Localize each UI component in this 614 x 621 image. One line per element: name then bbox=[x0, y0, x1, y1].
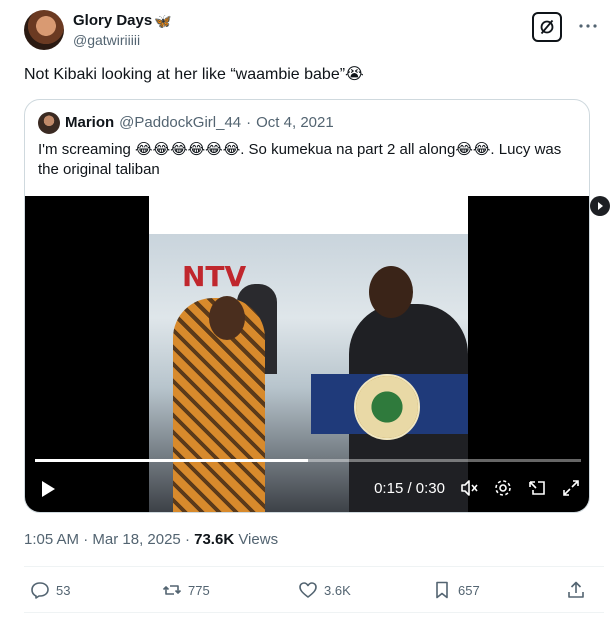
action-bar: 53 775 3.6K 657 bbox=[24, 570, 590, 610]
quoted-tweet[interactable]: Marion @PaddockGirl_44 · Oct 4, 2021 I'm… bbox=[24, 99, 590, 513]
like-count: 3.6K bbox=[324, 582, 351, 598]
video-frame: NTV bbox=[149, 234, 468, 512]
video-progress-bar[interactable] bbox=[35, 459, 581, 462]
video-letterbox bbox=[149, 196, 468, 234]
quoted-separator: · bbox=[246, 114, 252, 131]
chevron-right-icon bbox=[598, 202, 603, 210]
quoted-name: Marion bbox=[65, 114, 115, 131]
volume-icon bbox=[461, 480, 478, 496]
reply-icon bbox=[31, 582, 49, 599]
more-icon bbox=[579, 24, 597, 28]
reply-button[interactable]: 53 bbox=[30, 580, 70, 600]
reply-count: 53 bbox=[56, 582, 71, 598]
meta-separator: · bbox=[83, 531, 89, 548]
tweet-time[interactable]: 1:05 AM bbox=[24, 531, 79, 548]
tweet-text: Not Kibaki looking at her like “waambie … bbox=[24, 66, 364, 83]
views-count: 73.6K bbox=[194, 531, 235, 548]
repost-button[interactable]: 775 bbox=[162, 580, 210, 600]
tweet-date[interactable]: Mar 18, 2025 bbox=[92, 531, 180, 548]
share-button[interactable] bbox=[566, 580, 586, 600]
butterfly-icon: 🦋 bbox=[154, 13, 172, 29]
tweet-meta: 1:05 AM · Mar 18, 2025 · 73.6K Views bbox=[24, 530, 278, 550]
quoted-date: Oct 4, 2021 bbox=[256, 114, 334, 131]
like-button[interactable]: 3.6K bbox=[298, 580, 351, 600]
divider bbox=[24, 566, 604, 567]
expand-icon bbox=[563, 480, 579, 496]
quoted-avatar bbox=[38, 112, 60, 134]
gear-icon bbox=[495, 480, 511, 496]
bookmark-icon bbox=[436, 581, 448, 599]
quoted-text: I'm screaming 😂😂😂😂😂😂. So kumekua na part… bbox=[38, 141, 562, 178]
settings-button[interactable] bbox=[493, 478, 513, 498]
author-handle[interactable]: @gatwiriiiii bbox=[73, 31, 172, 49]
author-display-name[interactable]: Glory Days 🦋 bbox=[73, 11, 172, 31]
avatar[interactable] bbox=[24, 10, 64, 50]
carousel-next-button[interactable] bbox=[590, 196, 610, 216]
grok-button[interactable] bbox=[532, 12, 562, 42]
video-progress-fill bbox=[35, 459, 308, 462]
fullscreen-button[interactable] bbox=[561, 478, 581, 498]
presidential-seal bbox=[354, 374, 420, 440]
video-controls: 0:15 / 0:30 bbox=[374, 478, 581, 498]
video-player[interactable]: NTV 0:15 / 0:30 bbox=[25, 196, 589, 512]
video-time: 0:15 / 0:30 bbox=[374, 479, 445, 497]
play-icon bbox=[42, 481, 55, 497]
author-name-text: Glory Days bbox=[73, 12, 153, 29]
more-button[interactable] bbox=[576, 14, 600, 38]
like-icon bbox=[299, 582, 317, 598]
tweet-header: Glory Days 🦋 @gatwiriiiii bbox=[24, 8, 604, 52]
pip-button[interactable] bbox=[527, 478, 547, 498]
divider bbox=[24, 612, 604, 613]
grok-icon bbox=[540, 19, 554, 35]
author-names: Glory Days 🦋 @gatwiriiiii bbox=[73, 11, 172, 49]
video-man-head bbox=[369, 266, 413, 318]
tweet: Glory Days 🦋 @gatwiriiiii Not Kibaki loo… bbox=[0, 0, 614, 621]
picture-in-picture-icon bbox=[529, 481, 545, 495]
meta-separator: · bbox=[184, 531, 190, 548]
repost-icon bbox=[162, 585, 182, 595]
repost-count: 775 bbox=[188, 582, 210, 598]
video-woman-head bbox=[209, 296, 245, 340]
volume-button[interactable] bbox=[459, 478, 479, 498]
quoted-handle: @PaddockGirl_44 bbox=[119, 114, 242, 131]
play-button[interactable] bbox=[37, 478, 59, 500]
share-icon bbox=[568, 581, 584, 598]
bookmark-count: 657 bbox=[458, 582, 480, 598]
bookmark-button[interactable]: 657 bbox=[432, 580, 480, 600]
video-watermark: NTV bbox=[182, 260, 247, 293]
views-label: Views bbox=[238, 531, 279, 548]
quoted-header: Marion @PaddockGirl_44 · Oct 4, 2021 bbox=[38, 112, 334, 134]
